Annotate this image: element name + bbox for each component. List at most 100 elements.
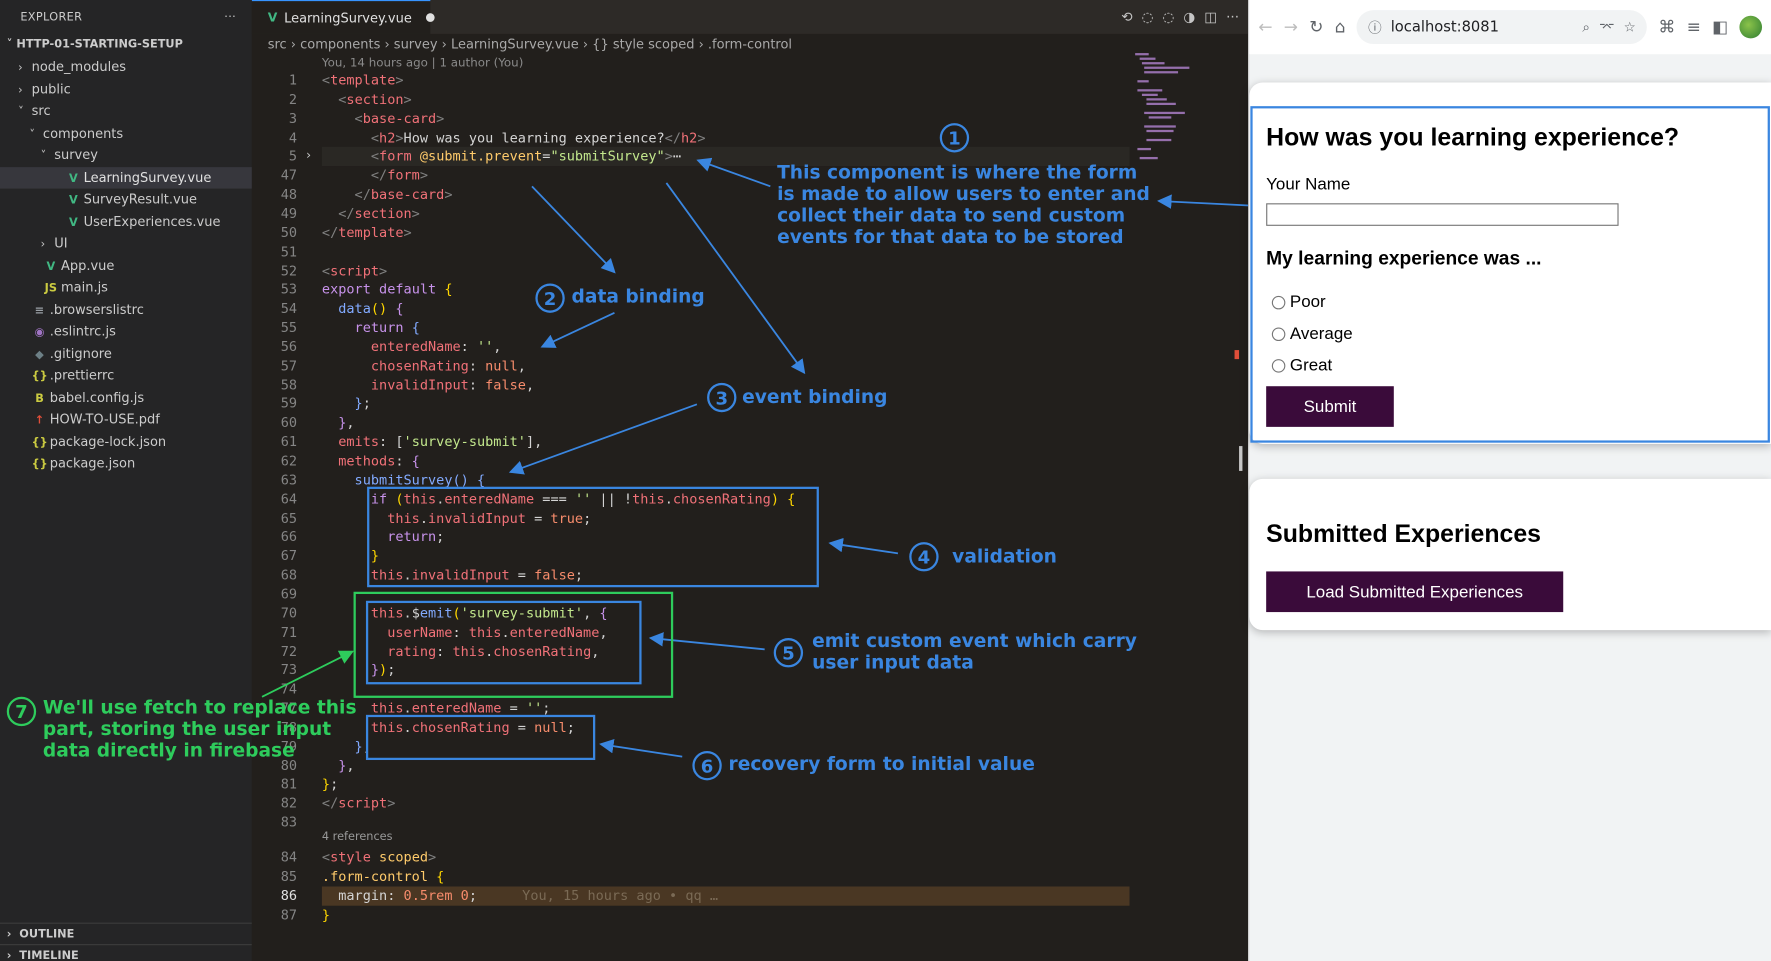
tree-item[interactable]: Bbabel.config.js <box>0 387 252 409</box>
code-line[interactable]: }; <box>322 395 371 414</box>
tree-item[interactable]: {} .prettierrc <box>0 365 252 387</box>
tree-item[interactable]: › UI <box>0 233 252 255</box>
radio-button[interactable] <box>1271 358 1286 373</box>
code-line[interactable]: <form @submit.prevent="submitSurvey">⋯ <box>322 147 681 166</box>
tree-item[interactable]: {} package.json <box>0 453 252 475</box>
extensions-icon[interactable]: ⌘ <box>1658 17 1675 37</box>
code-line[interactable]: .form-control { <box>322 867 444 886</box>
annotation-validation: validation <box>952 545 1057 567</box>
tree-item[interactable]: ◉ .eslintrc.js <box>0 321 252 343</box>
tree-item[interactable]: {} package-lock.json <box>0 431 252 453</box>
explorer-title: EXPLORER <box>20 10 83 24</box>
code-line[interactable]: } <box>322 905 330 924</box>
tree-item[interactable]: V UserExperiences.vue <box>0 211 252 233</box>
code-line[interactable]: </form> <box>322 166 428 185</box>
side-panel-icon[interactable]: ◧ <box>1712 17 1728 37</box>
radio-option-poor[interactable]: Poor <box>1271 292 1326 312</box>
radio-option-great[interactable]: Great <box>1271 356 1332 375</box>
home-icon[interactable]: ⌂ <box>1335 17 1346 37</box>
reload-icon[interactable]: ↻ <box>1309 17 1323 37</box>
line-number: 3 <box>288 110 298 127</box>
profile-avatar[interactable] <box>1739 15 1763 39</box>
code-line[interactable]: <style scoped> <box>322 848 436 867</box>
tree-item[interactable]: ≡ .browserslistrc <box>0 299 252 321</box>
line-number: 87 <box>280 906 298 923</box>
survey-form-card: How was you learning experience? Your Na… <box>1249 82 1771 444</box>
tree-item-label: components <box>42 124 124 141</box>
code-editor[interactable]: V LearningSurvey.vue ● ⟲ ◌ ◌ ◑ ◫ ··· src… <box>251 0 1249 961</box>
code-line[interactable]: enteredName: '', <box>322 338 502 357</box>
tree-item-label: src <box>31 102 51 119</box>
code-line[interactable]: }; <box>322 775 338 794</box>
radio-button[interactable] <box>1271 326 1286 341</box>
zoom-icon[interactable]: ⌕ <box>1582 19 1590 36</box>
tree-item[interactable]: ↑ HOW-TO-USE.pdf <box>0 409 252 431</box>
code-line[interactable]: <script> <box>322 261 387 280</box>
bookmark-star-icon[interactable]: ☆ <box>1624 19 1636 35</box>
outline-section[interactable]: › OUTLINE <box>0 922 252 946</box>
code-token: ; <box>468 887 477 904</box>
code-token: : <box>468 376 486 393</box>
share-icon[interactable]: ⌤ <box>1599 19 1615 35</box>
reading-list-icon[interactable]: ≡ <box>1687 17 1701 37</box>
code-line[interactable]: </base-card> <box>322 185 453 204</box>
timeline-section[interactable]: › TIMELINE <box>0 944 252 961</box>
submit-button[interactable]: Submit <box>1266 386 1394 427</box>
code-line[interactable]: chosenRating: null, <box>322 357 526 376</box>
load-experiences-button[interactable]: Load Submitted Experiences <box>1266 571 1564 613</box>
code-token: > <box>697 129 706 146</box>
file-tree: › node_modules › public ˅ src ˅ components ˅ surv… <box>0 56 252 474</box>
code-line[interactable]: methods: { <box>322 452 420 471</box>
code-token: . <box>403 700 412 717</box>
tree-item[interactable]: ˅ survey <box>0 145 252 167</box>
code-line[interactable]: margin: 0.5rem 0; You, 15 hours ago • qq … <box>322 886 718 905</box>
code-line[interactable]: <template> <box>322 71 404 90</box>
tree-item[interactable]: › node_modules <box>0 56 252 78</box>
scrollbar-thumb[interactable] <box>1239 446 1243 471</box>
line-number: 63 <box>280 471 298 488</box>
code-line[interactable]: data() { <box>322 299 403 318</box>
code-token: : <box>460 338 477 355</box>
code-token: h2 <box>681 129 698 146</box>
code-line[interactable]: export default { <box>322 280 453 299</box>
tree-item[interactable]: ˅ components <box>0 123 252 145</box>
fold-chevron-icon[interactable]: › <box>306 148 311 163</box>
code-line[interactable]: }, <box>322 414 354 433</box>
more-actions-icon[interactable]: ··· <box>224 11 236 23</box>
code-token: section <box>346 91 404 108</box>
code-token: style <box>330 849 371 866</box>
file-type-icon: JS <box>44 282 58 295</box>
name-input[interactable] <box>1266 203 1619 226</box>
code-line[interactable]: <base-card> <box>322 109 445 128</box>
code-token: template <box>330 72 396 89</box>
codelens-references[interactable]: 4 references <box>322 831 393 843</box>
submitted-experiences-card: Submitted Experiences Load Submitted Exp… <box>1249 478 1771 631</box>
code-token: .form-control <box>321 868 428 885</box>
tree-item[interactable]: ˅ src <box>0 101 252 123</box>
project-root[interactable]: ˅ HTTP-01-STARTING-SETUP <box>0 34 252 57</box>
code-line[interactable]: <h2>How was you learning experience?</h2… <box>322 128 706 147</box>
radio-option-average[interactable]: Average <box>1271 324 1353 343</box>
tree-item[interactable]: › public <box>0 78 252 100</box>
radio-button[interactable] <box>1271 295 1286 309</box>
code-line[interactable]: <section> <box>322 90 411 109</box>
code-line[interactable]: emits: ['survey-submit'], <box>322 433 542 452</box>
code-token: , <box>517 357 526 374</box>
forward-arrow-icon[interactable]: → <box>1284 17 1298 37</box>
code-line[interactable]: invalidInput: false, <box>322 376 534 395</box>
code-line[interactable]: </section> <box>322 204 420 223</box>
tree-item[interactable]: JS main.js <box>0 277 252 299</box>
tree-item[interactable]: V LearningSurvey.vue <box>0 166 252 189</box>
address-bar[interactable]: ⓘ localhost:8081 ⌕ ⌤ ☆ <box>1356 10 1648 45</box>
code-line[interactable]: </template> <box>322 223 412 242</box>
file-type-icon: ↑ <box>34 414 45 427</box>
tree-item[interactable]: V App.vue <box>0 255 252 277</box>
back-arrow-icon[interactable]: ← <box>1258 17 1272 37</box>
code-line[interactable]: </script> <box>322 794 395 813</box>
code-line[interactable]: return { <box>322 319 420 338</box>
tree-item[interactable]: V SurveyResult.vue <box>0 189 252 211</box>
info-icon[interactable]: ⓘ <box>1368 18 1382 37</box>
code-token: < <box>370 148 380 165</box>
tree-item[interactable]: ◆ .gitignore <box>0 343 252 365</box>
